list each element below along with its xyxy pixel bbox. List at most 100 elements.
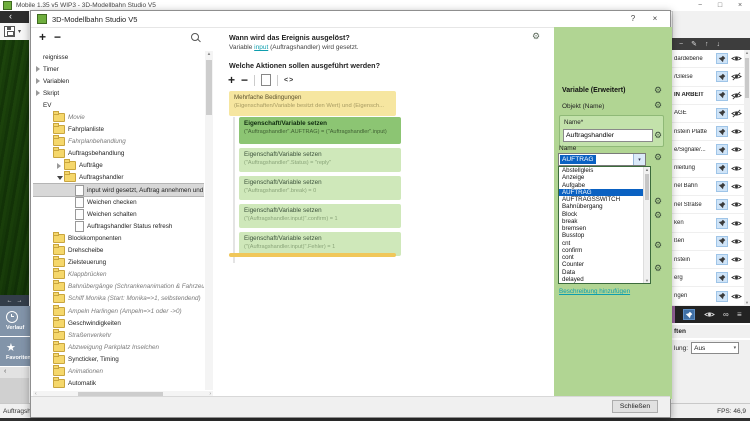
tree-item[interactable]: Variablen (33, 75, 73, 87)
dropdown-option[interactable]: Data (559, 269, 650, 276)
tree-item[interactable]: Movie (33, 111, 89, 123)
dialog-titlebar[interactable]: 3D-Modellbahn Studio V5 ? × (31, 11, 670, 28)
save-dropdown-caret[interactable]: ▾ (18, 28, 21, 35)
tree-item[interactable]: Auftragsbehandlung (33, 147, 128, 160)
tree-item[interactable]: Zielsteuerung (33, 256, 110, 269)
dropdown-option[interactable]: Anzeige (559, 174, 650, 181)
setting-select[interactable]: Aus ▾ (691, 342, 740, 354)
maximize-button[interactable]: □ (710, 0, 730, 11)
pin-button[interactable] (716, 217, 728, 229)
tree-item[interactable]: Weichen schalten (33, 208, 141, 220)
visibility-toggle[interactable] (730, 273, 743, 282)
layer-row[interactable]: /Gleise (672, 68, 744, 87)
dropdown-option[interactable]: delayed (559, 276, 650, 283)
action-block[interactable]: Eigenschaft/Variable setzen ("(Auftragsh… (239, 204, 401, 228)
add-event-button[interactable]: + (39, 30, 46, 44)
visibility-toggle[interactable] (730, 91, 743, 100)
dropdown-option[interactable]: bremsen (559, 225, 650, 232)
add-description-link[interactable]: Beschreibung hinzufügen (559, 288, 630, 295)
remove-action-button[interactable]: − (241, 73, 248, 87)
pin-button[interactable] (716, 162, 728, 174)
layers-scrollbar[interactable]: ▲ ▼ (744, 50, 750, 306)
tree-item[interactable]: reignisse (33, 51, 72, 63)
remove-layer-button[interactable]: − (679, 41, 683, 48)
tree-item[interactable]: Syncticker, Timing (33, 352, 123, 365)
visibility-toggle[interactable] (730, 72, 743, 81)
history-tile[interactable]: Verlauf (0, 306, 30, 336)
layer-row[interactable]: ßen (672, 233, 744, 251)
code-view-icon[interactable]: <> (284, 77, 294, 84)
variable-link[interactable]: input (254, 44, 268, 51)
save-button[interactable]: ▾ (0, 23, 29, 40)
combo-dropdown-button[interactable]: ▾ (633, 154, 645, 165)
dropdown-option[interactable]: Aufgabe (559, 182, 650, 189)
expander-icon[interactable] (57, 175, 64, 180)
action-block[interactable]: Eigenschaft/Variable setzen ("Auftragsha… (239, 117, 401, 144)
combo-gear-icon[interactable]: ⚙ (654, 153, 662, 162)
visibility-toggle[interactable] (730, 237, 743, 246)
dropdown-option[interactable]: break (559, 218, 650, 225)
object-name-input[interactable] (563, 129, 653, 142)
favorites-tile[interactable]: ★ Favoriten (0, 337, 30, 366)
visibility-toggle[interactable] (730, 164, 743, 173)
back-button[interactable]: ‹ (0, 11, 29, 23)
dropdown-option[interactable]: confirm (559, 247, 650, 254)
dropdown-option[interactable]: Abstellgleis (559, 167, 650, 174)
close-dialog-button[interactable]: Schließen (612, 400, 658, 413)
condition-block[interactable]: Mehrfache Bedingungen (Eigenschaften/Var… (229, 91, 396, 116)
tree-vertical-scrollbar[interactable]: ▲ (205, 51, 213, 390)
pin-button[interactable] (716, 71, 728, 83)
link-icon[interactable]: ∞ (723, 310, 729, 319)
tree-item[interactable]: Auftragshandler (33, 171, 127, 184)
field-gear-icon[interactable]: ⚙ (654, 241, 662, 250)
catalog-nav[interactable]: ← → (0, 295, 29, 306)
tree-item[interactable]: Bahnübergänge (Schrankenanimation & Fahr… (33, 280, 204, 293)
tree-item[interactable]: Geschwindigkeiten (33, 316, 125, 329)
expander-icon[interactable] (36, 78, 43, 85)
tree-item[interactable]: Abzweigung Parkplatz Inselchen (33, 340, 163, 353)
layer-row[interactable]: nleitung (672, 160, 744, 178)
menu-icon[interactable]: ≡ (737, 310, 742, 319)
pin-button[interactable] (716, 254, 728, 266)
name-gear-icon[interactable]: ⚙ (654, 131, 662, 140)
pin-button[interactable] (716, 235, 728, 247)
object-gear-icon[interactable]: ⚙ (654, 101, 662, 110)
visibility-toggle[interactable] (730, 182, 743, 191)
visibility-toggle[interactable] (730, 145, 743, 154)
layer-row[interactable]: ngen (672, 287, 744, 306)
layer-row[interactable]: nstein Platte (672, 123, 744, 142)
dropdown-option[interactable]: AUFTRAGSSWITCH (559, 196, 650, 203)
pin-button[interactable] (716, 180, 728, 192)
tree-item[interactable]: Timer (33, 63, 63, 75)
layer-row[interactable]: IN ARBEIT (672, 87, 744, 105)
expander-icon[interactable] (36, 90, 43, 97)
eye-icon[interactable] (703, 310, 715, 319)
scene-3d-view[interactable] (0, 40, 29, 295)
pin-button[interactable] (716, 290, 728, 302)
pin-button[interactable] (716, 144, 728, 156)
tree-item[interactable]: Drehscheibe (33, 244, 107, 257)
tree-item[interactable]: Schiff Monika (Start: Monika=>1, selbste… (33, 292, 204, 305)
remove-event-button[interactable]: − (54, 30, 61, 44)
tree-item[interactable]: Auftragshandler Status refresh (33, 220, 176, 232)
tree-item[interactable]: Fahrplanbehandlung (33, 135, 130, 148)
visibility-toggle[interactable] (730, 127, 743, 136)
pin-button[interactable] (716, 89, 728, 101)
dropdown-option[interactable]: AUFTRAG (559, 188, 650, 196)
scrollbar-thumb[interactable] (745, 58, 749, 98)
tree-item[interactable]: Automatik (33, 377, 100, 390)
pin-button[interactable] (716, 53, 728, 65)
pin-button[interactable] (716, 272, 728, 284)
dialog-close-button[interactable]: × (644, 11, 666, 27)
tree-item[interactable]: input wird gesetzt, Auftrag annehmen und… (33, 183, 204, 198)
panel-collapse-button[interactable]: ‹ (0, 367, 29, 378)
move-layer-up-button[interactable]: ↑ (705, 41, 709, 48)
dropdown-option[interactable]: Counter (559, 261, 650, 268)
field-gear-icon[interactable]: ⚙ (654, 197, 662, 206)
layer-row[interactable]: nel Bahn (672, 178, 744, 197)
tree-item[interactable]: Skript (33, 87, 63, 99)
close-button[interactable]: × (730, 0, 750, 11)
edit-layer-button[interactable]: ✎ (691, 40, 697, 48)
add-action-button[interactable]: + (228, 73, 235, 87)
dropdown-option[interactable]: Busstop (559, 232, 650, 239)
